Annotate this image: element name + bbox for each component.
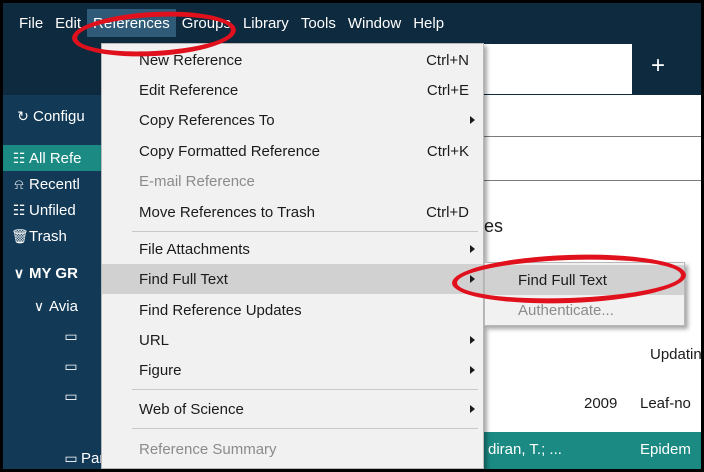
trash-icon: 🗑 — [11, 227, 29, 244]
chevron-down-icon: ∨ — [33, 297, 45, 314]
menu-tools[interactable]: Tools — [295, 9, 342, 37]
reference-cell-title: Updatin — [650, 346, 702, 363]
page-title: es — [484, 216, 504, 236]
find-full-text-submenu: Find Full Text Authenticate... — [484, 262, 685, 326]
menu-item-email-reference: E-mail Reference — [102, 166, 483, 196]
chevron-down-icon: ∨ — [13, 264, 25, 281]
sidebar-group-label: Avia — [49, 297, 78, 315]
menu-item-label: File Attachments — [139, 240, 250, 258]
menu-item-move-to-trash[interactable]: Move References to Trash Ctrl+D — [102, 197, 483, 227]
menu-item-new-reference[interactable]: New Reference Ctrl+N — [102, 45, 483, 75]
menu-item-label: Move References to Trash — [139, 203, 315, 221]
menu-groups[interactable]: Groups — [176, 9, 237, 37]
reference-cell-title: Epidem — [640, 441, 691, 458]
menu-help[interactable]: Help — [407, 9, 450, 37]
shortcut-label: Ctrl+E — [426, 81, 469, 99]
bell-icon: ⍾ — [14, 175, 24, 192]
reference-cell-author: diran, T.; ... — [488, 441, 562, 458]
folder-icon: ▭ — [64, 327, 78, 344]
divider — [484, 180, 701, 181]
menu-item-label: Copy References To — [139, 111, 275, 129]
submenu-arrow-icon — [470, 245, 475, 253]
submenu-arrow-icon — [470, 366, 475, 374]
reference-cell-title: Leaf-no — [640, 395, 691, 412]
sidebar-section-label: MY GR — [29, 264, 78, 282]
menu-file[interactable]: File — [13, 9, 49, 37]
document-tab[interactable] — [484, 44, 632, 94]
menu-library[interactable]: Library — [237, 9, 295, 37]
reference-cell-year: 2009 — [584, 395, 618, 412]
submenu-item-authenticate: Authenticate... — [485, 295, 684, 325]
folder-icon: ▭ — [64, 357, 78, 374]
references-menu: New Reference Ctrl+N Edit Reference Ctrl… — [101, 43, 484, 469]
sidebar-item-label: Trash — [29, 227, 67, 245]
menu-item-label: Figure — [139, 361, 182, 379]
shortcut-label: Ctrl+D — [426, 203, 469, 221]
menu-item-copy-references-to[interactable]: Copy References To — [102, 105, 483, 135]
menu-item-web-of-science[interactable]: Web of Science — [102, 394, 483, 424]
sidebar-item-label: Unfiled — [29, 201, 76, 219]
sync-icon: ↻ — [17, 107, 29, 124]
menu-item-label: Find Reference Updates — [139, 301, 302, 319]
menu-separator — [132, 428, 478, 429]
configure-label: Configu — [33, 107, 85, 125]
menu-item-copy-formatted-reference[interactable]: Copy Formatted Reference Ctrl+K — [102, 136, 483, 166]
menu-item-label: Find Full Text — [518, 271, 607, 289]
menu-edit[interactable]: Edit — [49, 9, 87, 37]
menu-item-label: Web of Science — [139, 400, 244, 418]
submenu-arrow-icon — [470, 116, 475, 124]
menu-item-label: URL — [139, 331, 170, 349]
menu-window[interactable]: Window — [342, 9, 407, 37]
menu-item-find-full-text[interactable]: Find Full Text — [102, 264, 483, 294]
menu-item-file-attachments[interactable]: File Attachments — [102, 234, 483, 264]
submenu-item-find-full-text[interactable]: Find Full Text — [485, 265, 684, 295]
menu-item-label: Copy Formatted Reference — [139, 142, 320, 160]
menu-item-reference-summary: Reference Summary — [102, 434, 483, 464]
menu-item-figure[interactable]: Figure — [102, 355, 483, 385]
shortcut-label: Ctrl+N — [426, 51, 469, 69]
folder-icon: ▭ — [64, 449, 78, 466]
submenu-arrow-icon — [470, 275, 475, 283]
sidebar-item-label: Recentl — [29, 175, 80, 193]
menu-item-find-reference-updates[interactable]: Find Reference Updates — [102, 295, 483, 325]
menu-item-label: Find Full Text — [139, 270, 228, 288]
divider — [484, 136, 701, 137]
menu-item-edit-reference[interactable]: Edit Reference Ctrl+E — [102, 75, 483, 105]
menu-item-label: New Reference — [139, 51, 243, 69]
menu-item-label: Edit Reference — [139, 81, 239, 99]
library-icon: ☷ — [12, 201, 26, 218]
menu-item-label: Authenticate... — [518, 301, 614, 319]
menu-bar: File Edit References Groups Library Tool… — [3, 3, 701, 43]
new-tab-button[interactable]: + — [644, 52, 672, 80]
sidebar-item-label: All Refe — [29, 149, 82, 167]
submenu-arrow-icon — [470, 405, 475, 413]
menu-item-label: Reference Summary — [139, 440, 277, 458]
submenu-arrow-icon — [470, 336, 475, 344]
folder-icon: ▭ — [64, 387, 78, 404]
menu-references[interactable]: References — [87, 9, 176, 37]
menu-separator — [132, 231, 478, 232]
library-icon: ☷ — [12, 149, 26, 166]
menu-item-label: E-mail Reference — [139, 172, 255, 190]
shortcut-label: Ctrl+K — [426, 142, 469, 160]
menu-separator — [132, 389, 478, 390]
menu-item-url[interactable]: URL — [102, 325, 483, 355]
